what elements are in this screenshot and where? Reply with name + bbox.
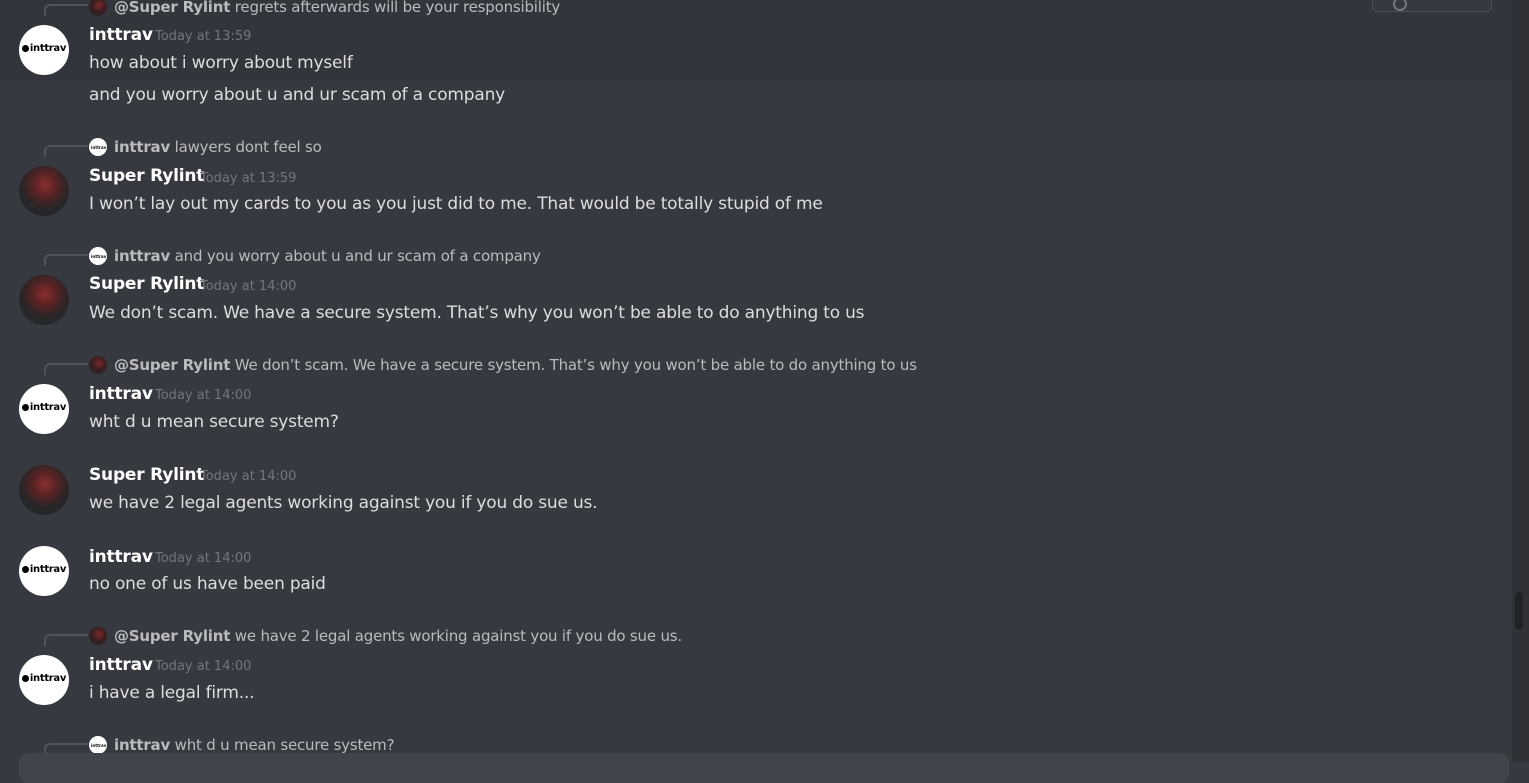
avatar-label: inttrav: [29, 402, 67, 413]
username[interactable]: inttrav: [89, 384, 153, 404]
username[interactable]: Super Rylint: [89, 166, 204, 186]
reply-avatar[interactable]: inttrav: [89, 247, 107, 265]
timestamp: Today at 14:00: [155, 551, 252, 566]
avatar[interactable]: [19, 166, 69, 216]
reply-avatar-label: inttrav: [91, 145, 107, 150]
reply-author[interactable]: @Super Rylint: [114, 0, 230, 16]
reply-preview[interactable]: inttrav wht d u mean secure system?: [114, 736, 395, 754]
reply-avatar-label: inttrav: [91, 254, 107, 259]
reply-excerpt: We don’t scam. We have a secure system. …: [234, 356, 917, 374]
avatar-label: inttrav: [29, 564, 67, 575]
message-text: no one of us have been paid: [89, 574, 326, 594]
timestamp: Today at 13:59: [200, 171, 297, 186]
reply-author[interactable]: @Super Rylint: [114, 627, 230, 645]
reply-avatar-label: inttrav: [91, 743, 107, 748]
scrollbar-track[interactable]: [1512, 0, 1529, 762]
message-text: how about i worry about myself: [89, 53, 353, 73]
message-toolbar[interactable]: [1372, 0, 1492, 12]
message-text: we have 2 legal agents working against y…: [89, 493, 598, 513]
chat-message-list: @Super Rylint regrets afterwards will be…: [0, 0, 1512, 783]
reply-preview[interactable]: inttrav lawyers dont feel so: [114, 138, 322, 156]
avatar[interactable]: [19, 465, 69, 515]
reply-author[interactable]: inttrav: [114, 247, 170, 265]
reply-excerpt: wht d u mean secure system?: [174, 736, 395, 754]
avatar[interactable]: inttrav: [19, 384, 69, 434]
avatar[interactable]: inttrav: [19, 25, 69, 75]
username[interactable]: inttrav: [89, 655, 153, 675]
reaction-icon[interactable]: [1393, 0, 1407, 11]
avatar[interactable]: inttrav: [19, 655, 69, 705]
reply-connector: [44, 145, 88, 157]
reply-author[interactable]: @Super Rylint: [114, 356, 230, 374]
reply-connector: [44, 634, 88, 646]
avatar-label: inttrav: [29, 673, 67, 684]
timestamp: Today at 13:59: [155, 29, 252, 44]
reply-connector: [44, 254, 88, 266]
reply-excerpt: we have 2 legal agents working against y…: [234, 627, 682, 645]
reply-author[interactable]: inttrav: [114, 138, 170, 156]
reply-excerpt: lawyers dont feel so: [174, 138, 322, 156]
reply-avatar[interactable]: inttrav: [89, 736, 107, 754]
message-text: i have a legal firm...: [89, 683, 255, 703]
scrollbar-thumb[interactable]: [1515, 592, 1523, 630]
reply-preview[interactable]: @Super Rylint We don’t scam. We have a s…: [114, 356, 917, 374]
username[interactable]: inttrav: [89, 547, 153, 567]
timestamp: Today at 14:00: [155, 659, 252, 674]
username[interactable]: inttrav: [89, 25, 153, 45]
username[interactable]: Super Rylint: [89, 465, 204, 485]
message-text: We don’t scam. We have a secure system. …: [89, 303, 865, 323]
avatar[interactable]: [19, 275, 69, 325]
reply-connector: [44, 363, 88, 375]
timestamp: Today at 14:00: [155, 388, 252, 403]
reply-excerpt: and you worry about u and ur scam of a c…: [174, 247, 541, 265]
username[interactable]: Super Rylint: [89, 274, 204, 294]
reply-connector: [44, 4, 88, 16]
timestamp: Today at 14:00: [200, 469, 297, 484]
avatar[interactable]: inttrav: [19, 546, 69, 596]
timestamp: Today at 14:00: [200, 279, 297, 294]
reply-excerpt: regrets afterwards will be your responsi…: [234, 0, 561, 16]
reply-avatar[interactable]: [89, 356, 107, 374]
reply-preview[interactable]: inttrav and you worry about u and ur sca…: [114, 247, 541, 265]
reply-avatar[interactable]: inttrav: [89, 138, 107, 156]
reply-avatar[interactable]: [89, 627, 107, 645]
reply-author[interactable]: inttrav: [114, 736, 170, 754]
avatar-label: inttrav: [29, 43, 67, 54]
message-text: wht d u mean secure system?: [89, 412, 339, 432]
message-text: I won’t lay out my cards to you as you j…: [89, 194, 823, 214]
reply-preview[interactable]: @Super Rylint we have 2 legal agents wor…: [114, 627, 682, 645]
message-text: and you worry about u and ur scam of a c…: [89, 85, 506, 105]
message-composer[interactable]: [19, 753, 1509, 783]
reply-preview[interactable]: @Super Rylint regrets afterwards will be…: [114, 0, 560, 16]
